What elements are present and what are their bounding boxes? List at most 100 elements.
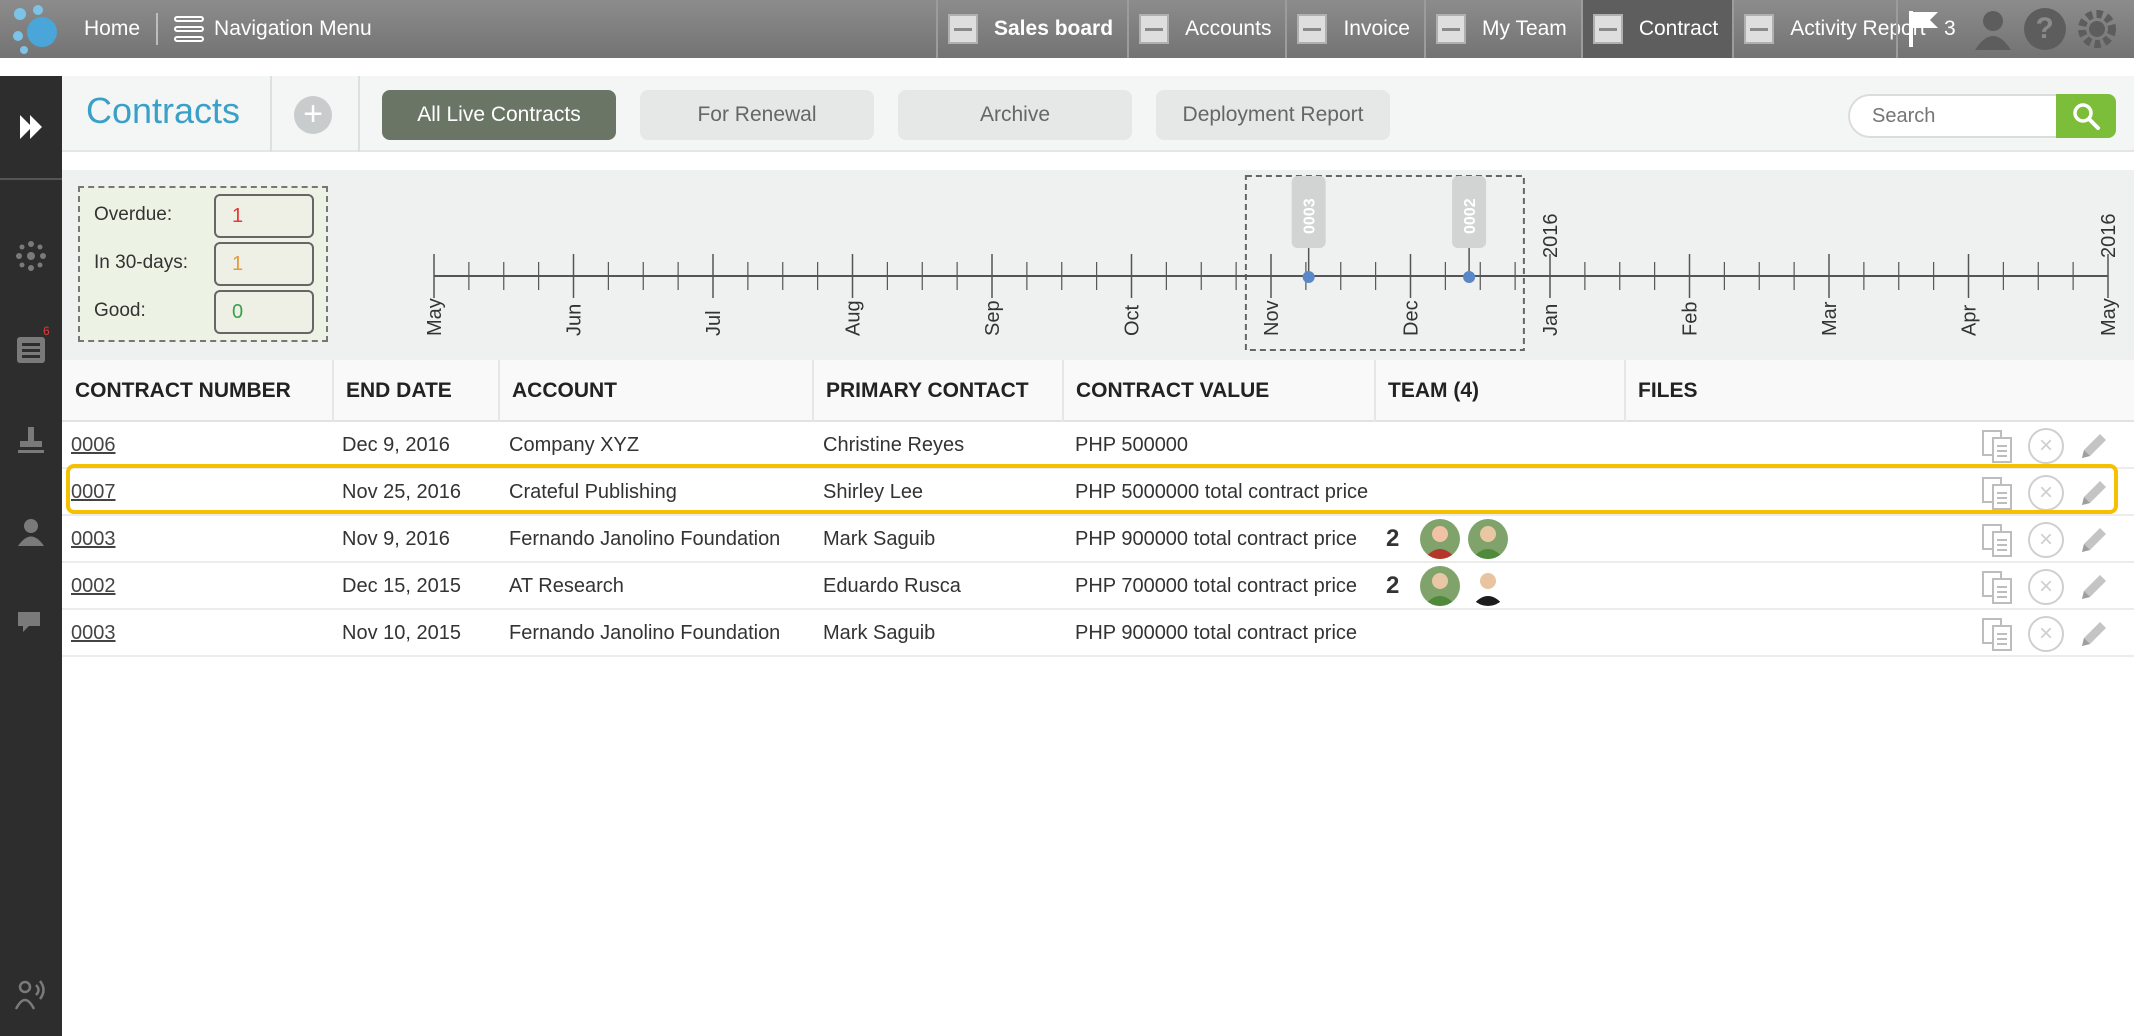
search-button[interactable]	[2056, 94, 2116, 138]
column-contract-number[interactable]: CONTRACT NUMBER	[62, 360, 334, 422]
filter-deployment-report[interactable]: Deployment Report	[1156, 90, 1390, 140]
copy-icon[interactable]	[1980, 475, 2016, 511]
chat-icon[interactable]	[13, 604, 49, 640]
good-label: Good:	[94, 300, 146, 321]
table-row[interactable]: 0003 Nov 9, 2016 Fernando Janolino Foundat…	[62, 516, 2134, 563]
contract-icon	[1592, 14, 1623, 44]
delete-button[interactable]: ×	[2028, 569, 2064, 605]
left-sidebar: 6	[0, 76, 62, 1036]
timeline-marker-label: 0003	[1302, 198, 1319, 234]
profile-icon[interactable]	[1972, 8, 2014, 50]
overdue-label: Overdue:	[94, 204, 173, 225]
in-30-days-count[interactable]: 1	[214, 242, 314, 286]
user-icon[interactable]	[13, 514, 49, 550]
help-icon[interactable]: ?	[2023, 8, 2066, 50]
table-row[interactable]: 0003 Nov 10, 2015 Fernando Janolino Founda…	[62, 610, 2134, 657]
search-input[interactable]	[1848, 94, 2058, 138]
timeline-marker-dot[interactable]	[1463, 271, 1476, 283]
column-primary-contact[interactable]: PRIMARY CONTACT	[814, 360, 1064, 422]
good-count[interactable]: 0	[214, 290, 314, 334]
topbar-spacer	[0, 58, 2134, 76]
table-row[interactable]: 0007 Nov 25, 2016 Crateful Publishing Shirl…	[62, 469, 2134, 516]
copy-icon[interactable]	[1980, 569, 2016, 605]
month-label: Jun	[564, 304, 586, 336]
overdue-count[interactable]: 1	[214, 194, 314, 238]
status-summary: Overdue: 1 In 30-days: 1 Good: 0	[78, 186, 328, 342]
avatar[interactable]	[1420, 519, 1460, 559]
copy-icon[interactable]	[1980, 428, 2016, 464]
cell-contact: Mark Saguib	[823, 622, 936, 644]
contract-number-link[interactable]: 0006	[71, 434, 116, 457]
hub-icon[interactable]	[13, 238, 49, 274]
cell-contact: Eduardo Rusca	[823, 575, 961, 597]
menu-icon	[174, 16, 205, 42]
edit-pencil-icon[interactable]	[2076, 524, 2110, 558]
delete-button[interactable]: ×	[2028, 428, 2064, 464]
edit-pencil-icon[interactable]	[2076, 571, 2110, 605]
tab-invoice[interactable]: Invoice	[1285, 0, 1424, 58]
broadcast-icon[interactable]	[13, 976, 49, 1012]
row-actions: ×	[1980, 522, 2110, 558]
timeline-marker-dot[interactable]	[1302, 271, 1315, 283]
navigation-menu-button[interactable]: Navigation Menu	[158, 16, 372, 42]
notification-badge: 6	[43, 324, 50, 338]
row-actions: ×	[1980, 428, 2110, 464]
avatar[interactable]	[1468, 519, 1508, 559]
filter-for-renewal[interactable]: For Renewal	[640, 90, 874, 140]
delete-button[interactable]: ×	[2028, 475, 2064, 511]
summary-in-30-days: In 30-days: 1	[80, 240, 326, 286]
cell-value: PHP 500000	[1075, 434, 1189, 456]
delete-button[interactable]: ×	[2028, 616, 2064, 652]
stamp-icon[interactable]	[13, 422, 49, 458]
copy-icon[interactable]	[1980, 616, 2016, 652]
home-link[interactable]: Home	[70, 17, 156, 41]
tab-label: My Team	[1482, 17, 1567, 40]
tab-label: Accounts	[1185, 17, 1272, 40]
column-end-date[interactable]: END DATE	[334, 360, 500, 422]
contract-number-link[interactable]: 0002	[71, 575, 116, 598]
filter-archive[interactable]: Archive	[898, 90, 1132, 140]
column-team[interactable]: TEAM (4)	[1376, 360, 1626, 422]
month-label: May	[2098, 298, 2120, 336]
cell-end-date: Nov 25, 2016	[342, 481, 461, 503]
activity-report-icon	[1744, 14, 1775, 44]
column-files[interactable]: FILES	[1626, 360, 1876, 422]
contract-number-link[interactable]: 0007	[71, 481, 116, 504]
cell-value: PHP 900000 total contract price	[1075, 528, 1358, 550]
tab-label: Contract	[1638, 17, 1719, 40]
cell-value: PHP 5000000 total contract price	[1075, 481, 1369, 503]
cell-account: AT Research	[509, 575, 624, 597]
table-row[interactable]: 0006 Dec 9, 2016 Company XYZ Christine Reye…	[62, 422, 2134, 469]
timeline-axis: May Jun Jul Aug Sep Oct Nov Dec Jan Feb Mar Apr May 2…	[424, 175, 2120, 351]
tab-sales-board[interactable]: Sales board	[936, 0, 1127, 58]
avatar[interactable]	[1468, 566, 1508, 606]
expand-sidebar-button[interactable]	[0, 76, 62, 180]
table-body: 0006 Dec 9, 2016 Company XYZ Christine Reye…	[62, 422, 2134, 657]
edit-pencil-icon[interactable]	[2076, 477, 2110, 511]
team-count: 2	[1386, 525, 1400, 552]
delete-button[interactable]: ×	[2028, 522, 2064, 558]
month-label: Jul	[703, 310, 725, 336]
edit-pencil-icon[interactable]	[2076, 618, 2110, 652]
copy-icon[interactable]	[1980, 522, 2016, 558]
column-contract-value[interactable]: CONTRACT VALUE	[1064, 360, 1376, 422]
filter-all-live-contracts[interactable]: All Live Contracts	[382, 90, 616, 140]
avatar[interactable]	[1420, 566, 1460, 606]
add-contract-button[interactable]: +	[294, 96, 332, 134]
my-team-icon	[1436, 14, 1466, 44]
tab-accounts[interactable]: Accounts	[1127, 0, 1285, 58]
year-label: 2016	[2098, 214, 2120, 259]
column-account[interactable]: ACCOUNT	[500, 360, 814, 422]
contract-number-link[interactable]: 0003	[71, 528, 116, 551]
edit-pencil-icon[interactable]	[2076, 430, 2110, 464]
table-row[interactable]: 0002 Dec 15, 2015 AT Research Eduardo Rusca…	[62, 563, 2134, 610]
tab-my-team[interactable]: My Team	[1424, 0, 1581, 58]
flag-icon[interactable]	[1906, 9, 1940, 49]
tab-contract[interactable]: Contract	[1580, 0, 1733, 58]
app-logo-icon[interactable]	[0, 0, 70, 58]
gear-icon[interactable]	[2076, 8, 2118, 50]
contract-number-link[interactable]: 0003	[71, 622, 116, 645]
cell-value: PHP 700000 total contract price	[1075, 575, 1358, 597]
list-icon[interactable]: 6	[13, 324, 50, 368]
table-header: CONTRACT NUMBER END DATE ACCOUNT PRIMARY…	[62, 360, 2134, 422]
